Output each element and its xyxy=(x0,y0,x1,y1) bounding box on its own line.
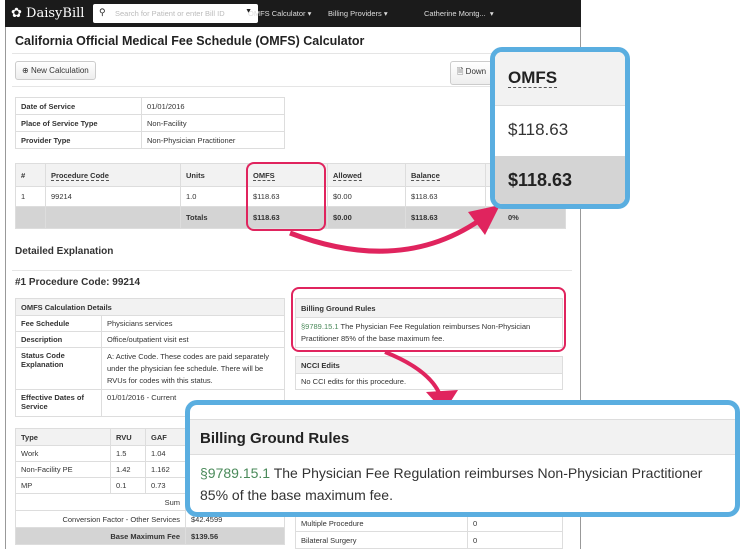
arrow-to-rules-callout xyxy=(384,350,442,396)
callout-title: Billing Ground Rules xyxy=(190,419,735,455)
callout-total: $118.63 xyxy=(495,156,625,204)
callout-body: The Physician Fee Regulation reimburses … xyxy=(200,465,703,503)
arrowhead-icon xyxy=(468,205,500,235)
callout-value: $118.63 xyxy=(508,120,569,139)
callout-text: §9789.15.1 The Physician Fee Regulation … xyxy=(190,455,735,512)
callout-header: OMFS xyxy=(495,52,625,106)
callout-title: OMFS xyxy=(508,68,558,88)
arrow-to-omfs-callout xyxy=(289,217,482,254)
regulation-link[interactable]: §9789.15.1 xyxy=(200,465,270,481)
omfs-callout: OMFS $118.63 $118.63 xyxy=(490,47,630,209)
rules-callout: Billing Ground Rules §9789.15.1 The Phys… xyxy=(185,400,740,517)
